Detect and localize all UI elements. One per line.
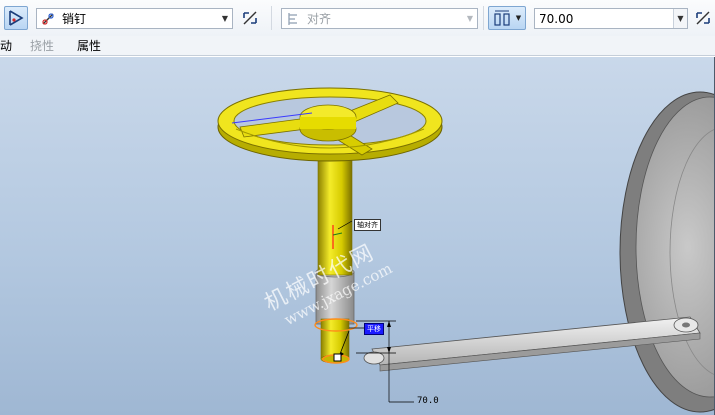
pin-icon: [37, 9, 59, 28]
shaft-sleeve[interactable]: [315, 266, 355, 325]
handwheel-shaft[interactable]: [317, 154, 353, 364]
offset-dimension-value[interactable]: 70.0: [417, 396, 439, 406]
handwheel[interactable]: [217, 87, 443, 162]
triangle-pin-icon: [9, 10, 24, 26]
constraint-select[interactable]: 对齐 ▼: [281, 8, 478, 29]
connection-type-select[interactable]: 销钉 ▼: [36, 8, 233, 29]
connection-type-value: 销钉: [62, 12, 87, 26]
model-scene: [217, 87, 715, 413]
dashboard-tabs: 动 挠性 属性: [0, 36, 715, 56]
toolbar-separator: [271, 6, 272, 30]
axis-align-label[interactable]: 轴对齐: [354, 219, 381, 231]
offset-value-input[interactable]: 70.00 ▼: [534, 8, 688, 29]
flip-button[interactable]: [238, 6, 262, 30]
translation-label[interactable]: 平移: [364, 323, 384, 335]
offset-icon: [494, 10, 510, 26]
chevron-down-icon[interactable]: ▼: [218, 9, 232, 28]
tab-motion[interactable]: 动: [0, 38, 12, 54]
tab-properties[interactable]: 属性: [77, 38, 101, 54]
drag-handle[interactable]: [333, 353, 342, 362]
graphics-window[interactable]: 轴对齐 平移 70.0 机械时代网 www.jxage.com: [0, 57, 715, 415]
flip-icon: [696, 11, 710, 25]
chevron-down-icon[interactable]: ▼: [463, 9, 477, 28]
connection-toolbar: 销钉 ▼ 对齐 ▼ ▼ 70.00 ▼: [0, 0, 715, 36]
connection-type-button[interactable]: [4, 6, 28, 30]
align-icon: [282, 9, 304, 28]
disc-part[interactable]: [619, 91, 715, 413]
offset-value: 70.00: [539, 11, 574, 26]
flip-icon: [243, 11, 257, 25]
chevron-down-icon: ▼: [515, 14, 522, 22]
constraint-value: 对齐: [307, 12, 332, 26]
toolbar-separator: [483, 6, 484, 30]
chevron-down-icon[interactable]: ▼: [673, 9, 687, 28]
tab-flexibility[interactable]: 挠性: [30, 38, 54, 54]
offset-flip-button[interactable]: [691, 6, 715, 30]
offset-type-button[interactable]: ▼: [488, 6, 526, 30]
